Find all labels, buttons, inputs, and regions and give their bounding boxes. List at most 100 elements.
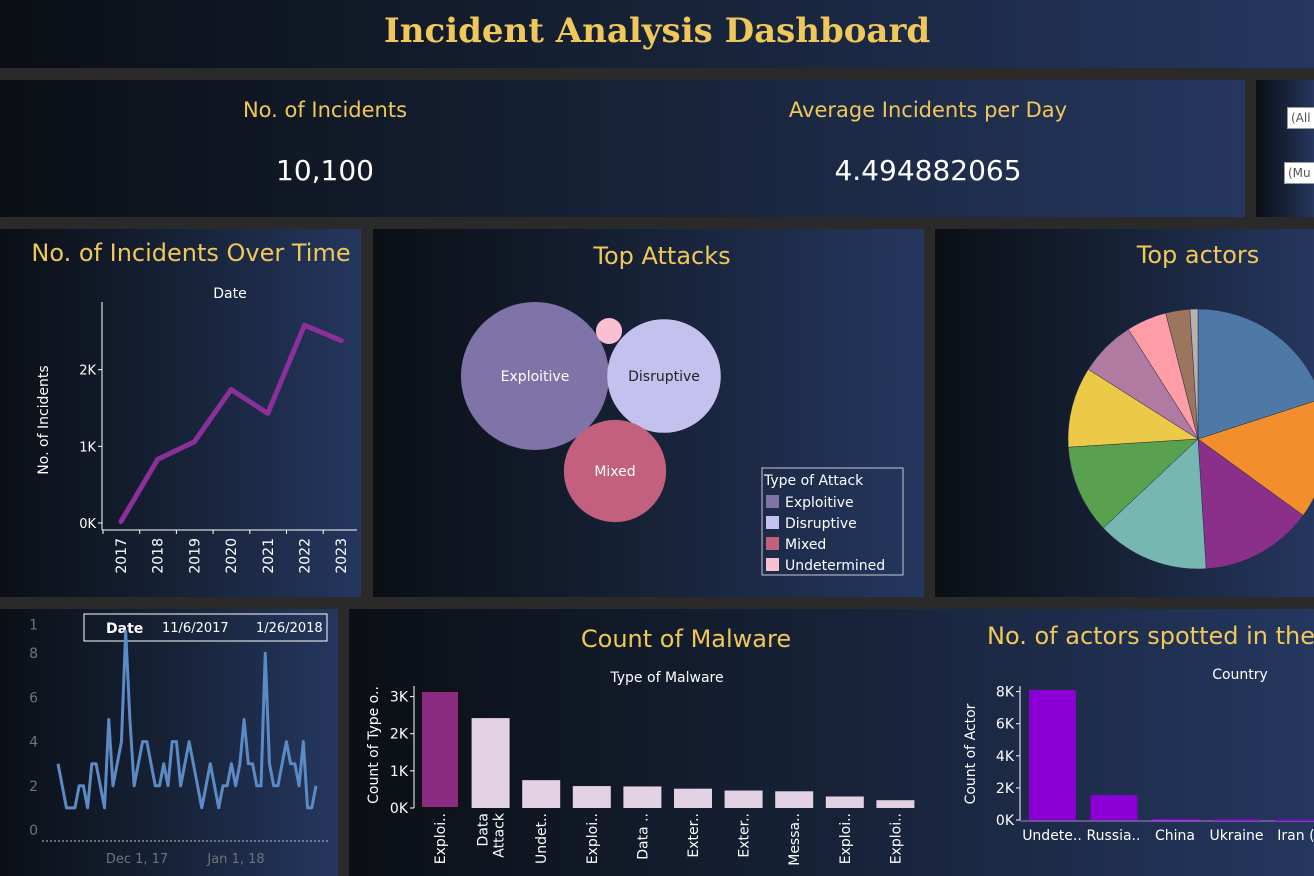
- over-time-ytick-label: 2K: [79, 364, 96, 379]
- over-time-xtick-label: 2018: [151, 538, 167, 574]
- malware-xtick-label: Undet..: [534, 813, 550, 864]
- daily-ytick-label: 2: [29, 779, 38, 795]
- dashboard-header: Incident Analysis Dashboard: [0, 0, 1314, 68]
- avg-incidents-value: 4.494882065: [834, 154, 1022, 187]
- legend-label-mixed: Mixed: [785, 537, 826, 553]
- malware-xtick-label: Exploi..: [585, 813, 601, 864]
- country-ytick-label: 8K: [996, 685, 1015, 701]
- malware-xtick-label: Exter..: [686, 813, 702, 858]
- over-time-xtick-label: 2019: [187, 538, 203, 574]
- over-time-ytick-label: 1K: [79, 440, 96, 455]
- malware-ytick-label: 1K: [390, 764, 409, 780]
- over-time-xtick-label: 2023: [334, 538, 350, 574]
- over-time-chart: Date No. of Incidents 0K 1K 2K 2017 2018 2019 20…: [36, 286, 357, 574]
- daily-xtick-label: Dec 1, 17: [106, 852, 168, 867]
- malware-bar: [471, 718, 510, 808]
- malware-axis-title: Type of Malware: [609, 670, 723, 686]
- country-ytick-label: 4K: [996, 749, 1015, 765]
- date-filter-end: 1/26/2018: [256, 621, 323, 636]
- dashboard-title: Incident Analysis Dashboard: [383, 11, 931, 51]
- malware-bar: [522, 780, 561, 808]
- country-xtick-label: Ukraine: [1209, 828, 1263, 844]
- kpi-panel: No. of Incidents 10,100 Average Incident…: [0, 80, 1245, 217]
- country-xtick-label: Iran (I: [1277, 828, 1314, 844]
- over-time-point: [338, 338, 344, 344]
- country-axis-title: Country: [1212, 667, 1268, 683]
- filter-dropdown-1[interactable]: (All: [1287, 107, 1314, 129]
- country-ylabel: Count of Actor: [963, 703, 979, 804]
- malware-ylabel: Count of Type o..: [366, 686, 382, 804]
- over-time-point: [191, 439, 197, 445]
- country-bar: [1090, 795, 1138, 820]
- legend-swatch-mixed: [766, 537, 779, 550]
- attack-legend-title: Type of Attack: [763, 473, 864, 489]
- actors-country-chart: Country Count of Actor 0K 2K 4K 6K 8K Undete.. R…: [963, 667, 1314, 844]
- malware-xtick-label: Exter..: [737, 813, 753, 858]
- daily-incidents-chart: Date 11/6/2017 1/26/2018024681Dec 1, 17 Jan…: [29, 613, 330, 867]
- filter-dropdown-2[interactable]: (Mu: [1284, 162, 1314, 184]
- country-xtick-label: China: [1155, 828, 1195, 844]
- bubble-undetermined: [595, 317, 623, 345]
- date-filter-start: 11/6/2017: [162, 621, 229, 636]
- country-bar: [1029, 690, 1076, 820]
- legend-swatch-undetermined: [766, 558, 779, 571]
- over-time-point: [118, 518, 124, 524]
- malware-xtick-label: Exploi..: [433, 813, 449, 864]
- over-time-series-line: [118, 322, 344, 524]
- over-time-axis-title: Date: [213, 286, 246, 302]
- malware-xtick-label: Data ..: [635, 813, 651, 860]
- country-ytick-label: 6K: [996, 717, 1015, 733]
- legend-label-exploitive: Exploitive: [785, 495, 854, 511]
- legend-swatch-exploitive: [766, 495, 779, 508]
- over-time-point: [302, 322, 307, 328]
- daily-ytick-label: 1: [29, 617, 38, 633]
- over-time-ylabel: No. of Incidents: [36, 365, 52, 474]
- malware-xtick-label: Exploi..: [888, 813, 904, 864]
- malware-bar: [420, 690, 460, 809]
- malware-ytick-label: 2K: [390, 727, 409, 743]
- top-attacks-panel: Top Attacks Exploitive Disruptive Mixed Typ…: [373, 229, 924, 597]
- over-time-xtick-label: 2020: [224, 538, 240, 574]
- malware-bar: [724, 790, 763, 808]
- legend-label-disruptive: Disruptive: [785, 516, 857, 532]
- malware-bar: [674, 788, 712, 808]
- over-time-ytick-label: 0K: [79, 517, 96, 532]
- country-ytick-label: 2K: [996, 781, 1015, 797]
- bubble-label: Disruptive: [628, 369, 700, 385]
- malware-bar: [572, 786, 611, 808]
- malware-bar: [825, 796, 864, 808]
- malware-xtick-label: Attack: [492, 812, 508, 858]
- country-ytick-label: 0K: [996, 813, 1015, 829]
- daily-incidents-panel: Date 11/6/2017 1/26/2018 0 2 4 6 8 1 Dec 1, 17 Jan…: [0, 609, 338, 876]
- over-time-point: [228, 387, 234, 393]
- legend-swatch-disruptive: [766, 516, 779, 529]
- malware-xtick-label: Exploi..: [838, 813, 854, 864]
- daily-ytick-label: 0: [29, 823, 38, 839]
- bubble-label: Mixed: [594, 464, 635, 480]
- malware-bar: [623, 786, 662, 808]
- malware-bar: [876, 800, 915, 808]
- top-actors-pie: [1067, 308, 1314, 570]
- daily-xtick-label: Jan 1, 18: [206, 852, 264, 867]
- over-time-xtick-label: 2017: [114, 538, 130, 574]
- daily-ytick-label: 4: [29, 735, 38, 751]
- bubble-label: Exploitive: [501, 369, 570, 385]
- incidents-count-label: No. of Incidents: [242, 98, 408, 122]
- legend-label-undetermined: Undetermined: [785, 558, 885, 574]
- daily-ytick-label: 6: [29, 690, 38, 706]
- filters-panel: (All (Mu: [1256, 80, 1314, 217]
- avg-incidents-label: Average Incidents per Day: [788, 98, 1068, 122]
- country-xtick-label: Russia..: [1087, 828, 1141, 844]
- over-time-point: [155, 456, 161, 462]
- malware-bar: [775, 791, 814, 808]
- over-time-point: [265, 410, 271, 416]
- top-actors-panel: Top actors: [935, 229, 1314, 597]
- malware-xtick-label: Messa..: [787, 813, 803, 866]
- country-bar: [1152, 819, 1199, 821]
- over-time-xtick-label: 2022: [298, 538, 314, 574]
- malware-xtick-label: Data: [476, 813, 492, 846]
- country-xtick-label: Undete..: [1022, 828, 1082, 844]
- over-time-panel: No. of Incidents Over Time Date No. of In…: [0, 229, 361, 597]
- incidents-count-value: 10,100: [276, 154, 374, 187]
- country-bar: [1275, 819, 1314, 822]
